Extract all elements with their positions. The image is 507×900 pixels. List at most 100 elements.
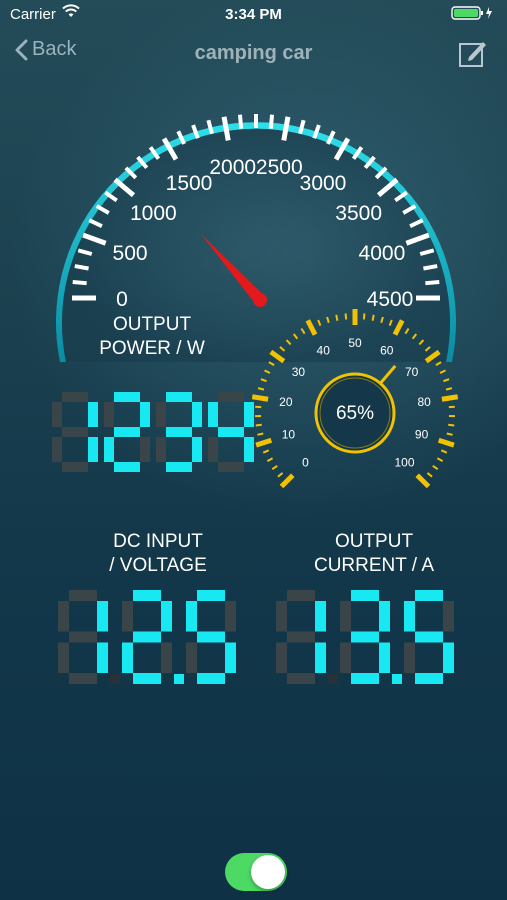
percent-minor-tick bbox=[260, 378, 267, 383]
digit-segment bbox=[208, 437, 218, 462]
digit-segment bbox=[415, 631, 443, 643]
percent-minor-tick bbox=[432, 465, 439, 471]
digit-segment bbox=[276, 601, 287, 632]
percent-minor-tick bbox=[439, 369, 446, 374]
digit-segment bbox=[244, 437, 254, 462]
percent-major-tick bbox=[279, 473, 295, 489]
percent-minor-tick bbox=[271, 465, 278, 471]
percent-tick-label: 80 bbox=[417, 395, 431, 409]
digit-segment bbox=[156, 437, 166, 462]
percent-minor-tick bbox=[335, 314, 339, 321]
digit-segment bbox=[140, 402, 150, 427]
digit-segment bbox=[218, 427, 244, 437]
digit-segment bbox=[197, 631, 225, 643]
digit-segment bbox=[197, 590, 225, 601]
digit-segment bbox=[404, 601, 415, 632]
current-digital-display bbox=[276, 590, 454, 684]
percent-minor-tick bbox=[262, 449, 270, 454]
power-tick-label: 4000 bbox=[359, 242, 406, 265]
digit-segment bbox=[104, 437, 114, 462]
percent-tick-label: 0 bbox=[302, 455, 309, 469]
page-title: camping car bbox=[194, 42, 313, 64]
percent-minor-tick bbox=[266, 457, 274, 463]
percent-minor-tick bbox=[264, 369, 271, 374]
power-minor-tick bbox=[425, 279, 440, 286]
digit-segment bbox=[88, 402, 98, 427]
percent-tick-label: 90 bbox=[415, 428, 429, 442]
digit-segment bbox=[340, 601, 351, 632]
percent-major-tick bbox=[441, 394, 459, 402]
digit-segment bbox=[161, 642, 172, 673]
digit-segment bbox=[161, 601, 172, 632]
digit-segment bbox=[114, 392, 140, 402]
output-power-label-line1: OUTPUT bbox=[112, 314, 192, 335]
percent-minor-tick bbox=[436, 457, 444, 463]
digit-segment bbox=[351, 590, 379, 601]
output-power-label: OUTPUT POWER / W bbox=[72, 313, 232, 361]
digit-segment bbox=[97, 601, 108, 632]
power-digital-display bbox=[52, 392, 254, 472]
percent-minor-tick bbox=[362, 313, 366, 320]
digit-segment bbox=[225, 601, 236, 632]
percent-tick-label: 50 bbox=[348, 336, 362, 350]
power-tick-label: 4500 bbox=[367, 288, 414, 311]
power-minor-tick bbox=[72, 279, 87, 286]
digit-segment bbox=[156, 402, 166, 427]
digit-segment bbox=[186, 601, 197, 632]
digit-segment bbox=[133, 590, 161, 601]
digit-segment bbox=[140, 437, 150, 462]
digit-segment bbox=[415, 590, 443, 601]
digit-segment bbox=[287, 631, 315, 643]
digit-segment bbox=[69, 673, 97, 684]
digit-dot bbox=[392, 674, 402, 684]
digit-segment bbox=[69, 590, 97, 601]
percent-needle bbox=[379, 364, 397, 384]
nav-bar: Back camping car bbox=[0, 30, 507, 74]
dc-input-label-line2: / VOLTAGE bbox=[109, 555, 207, 576]
output-power-label-line2: POWER / W bbox=[99, 338, 205, 359]
percent-minor-tick bbox=[448, 423, 455, 427]
battery-icon bbox=[451, 5, 495, 25]
digit-segment bbox=[122, 601, 133, 632]
dc-input-label: DC INPUT / VOLTAGE bbox=[78, 530, 238, 578]
digit-segment bbox=[276, 642, 287, 673]
digit-segment bbox=[225, 642, 236, 673]
digit-segment bbox=[443, 601, 454, 632]
percent-tick-label: 100 bbox=[394, 455, 414, 469]
percent-minor-tick bbox=[426, 472, 433, 478]
edit-icon bbox=[459, 42, 486, 67]
digit-dot bbox=[328, 674, 338, 684]
output-current-label-line1: OUTPUT bbox=[334, 531, 414, 552]
digit-segment bbox=[315, 601, 326, 632]
percent-minor-tick bbox=[440, 449, 448, 454]
digit-segment bbox=[186, 642, 197, 673]
digit-segment bbox=[58, 642, 69, 673]
digit-segment bbox=[315, 642, 326, 673]
digit-segment bbox=[443, 642, 454, 673]
percent-minor-tick bbox=[277, 472, 284, 478]
digit-segment bbox=[133, 673, 161, 684]
digit-segment bbox=[104, 402, 114, 427]
digit-segment bbox=[351, 673, 379, 684]
digit-segment bbox=[192, 402, 202, 427]
percent-minor-tick bbox=[446, 432, 453, 436]
digit-segment bbox=[133, 631, 161, 643]
digit-segment bbox=[97, 642, 108, 673]
percent-minor-tick bbox=[443, 378, 450, 383]
power-toggle[interactable] bbox=[225, 853, 287, 891]
power-tick-label: 0 bbox=[116, 288, 128, 311]
edit-button[interactable] bbox=[457, 38, 487, 73]
digit-segment bbox=[62, 462, 88, 472]
digit-segment bbox=[208, 402, 218, 427]
percent-minor-tick bbox=[435, 361, 442, 367]
digit-segment bbox=[218, 392, 244, 402]
power-tick-label: 3000 bbox=[300, 172, 347, 195]
digit-segment bbox=[192, 437, 202, 462]
digit-segment bbox=[287, 673, 315, 684]
percent-major-tick bbox=[415, 473, 431, 489]
digit-segment bbox=[340, 642, 351, 673]
power-tick-label: 2000 bbox=[209, 156, 256, 179]
power-minor-tick bbox=[268, 114, 275, 129]
percent-minor-tick bbox=[344, 313, 348, 320]
digit-segment bbox=[114, 462, 140, 472]
